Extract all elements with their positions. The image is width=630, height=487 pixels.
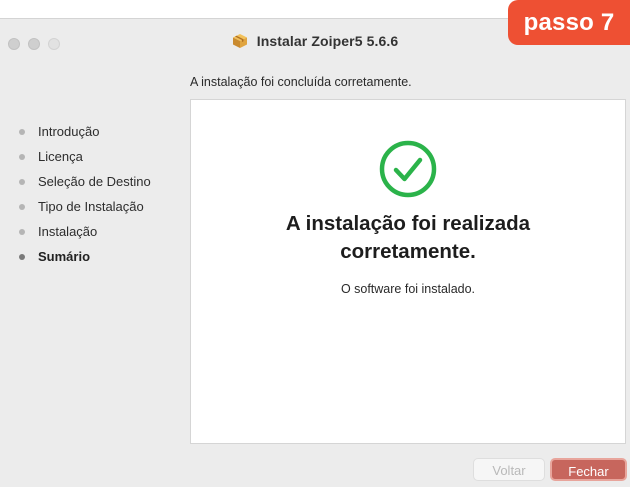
summary-panel: A instalação foi realizada corretamente.…: [190, 99, 626, 444]
sidebar-item-instalacao: Instalação: [0, 219, 180, 244]
step-bullet-icon: [19, 254, 25, 260]
success-heading: A instalação foi realizada corretamente.: [191, 210, 625, 266]
sidebar-item-selecao-destino: Seleção de Destino: [0, 169, 180, 194]
step-badge: passo 7: [508, 0, 630, 45]
success-heading-line2: corretamente.: [340, 240, 476, 263]
sidebar-item-label: Introdução: [38, 124, 100, 139]
step-bullet-icon: [19, 204, 25, 210]
step-bullet-icon: [19, 154, 25, 160]
close-button[interactable]: Fechar: [550, 458, 627, 481]
step-bullet-icon: [19, 179, 25, 185]
sidebar-steps: Introdução Licença Seleção de Destino Ti…: [0, 119, 180, 269]
installer-window: Instalar Zoiper5 5.6.6 A instalação foi …: [0, 18, 630, 487]
sidebar-item-sumario: Sumário: [0, 244, 180, 269]
checkmark-circle-icon: [379, 140, 437, 198]
back-button[interactable]: Voltar: [473, 458, 545, 481]
window-title-text: Instalar Zoiper5 5.6.6: [256, 33, 399, 49]
sidebar-item-label: Licença: [38, 149, 83, 164]
success-heading-line1: A instalação foi realizada: [285, 212, 531, 235]
success-message: O software foi instalado.: [340, 282, 476, 296]
package-icon: [232, 34, 247, 48]
sidebar-item-label: Sumário: [38, 249, 91, 264]
sidebar-item-label: Seleção de Destino: [38, 174, 151, 189]
sidebar-item-introducao: Introdução: [0, 119, 180, 144]
step-bullet-icon: [19, 129, 25, 135]
sidebar-item-licenca: Licença: [0, 144, 180, 169]
sidebar-item-label: Instalação: [38, 224, 98, 239]
step-bullet-icon: [19, 229, 25, 235]
sidebar-item-label: Tipo de Instalação: [38, 199, 144, 214]
sidebar-item-tipo-instalacao: Tipo de Instalação: [0, 194, 180, 219]
page-subtitle: A instalação foi concluída corretamente.: [190, 75, 412, 89]
